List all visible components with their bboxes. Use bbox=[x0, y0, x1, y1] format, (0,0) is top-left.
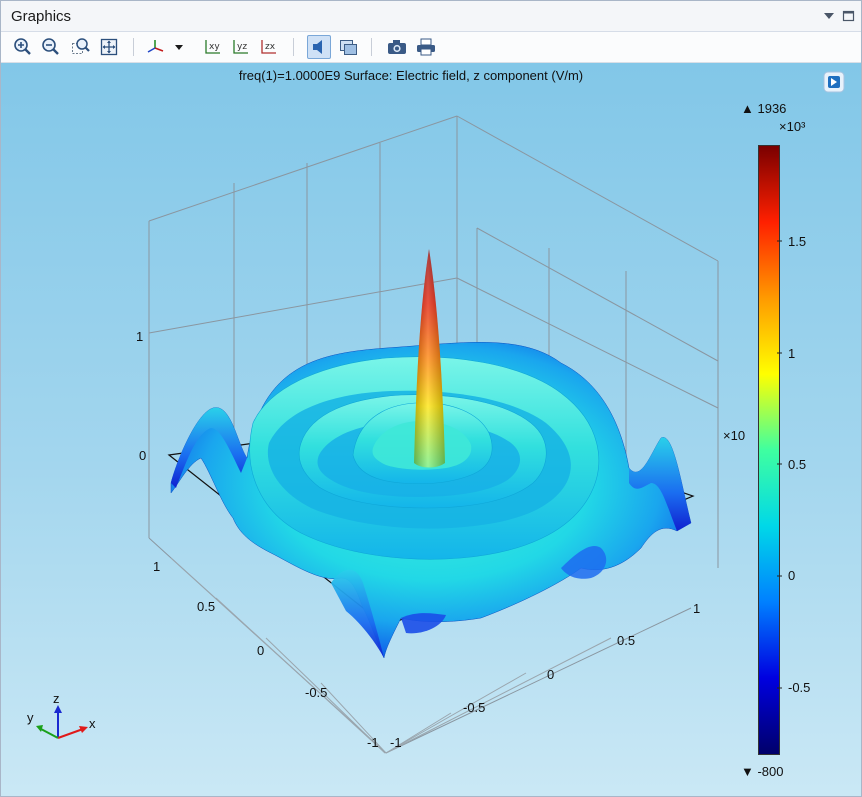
toolbar-separator bbox=[293, 38, 294, 56]
x-tick-label: 0 bbox=[547, 667, 555, 682]
x-tick-label: 0.5 bbox=[617, 633, 636, 648]
print-icon[interactable] bbox=[414, 35, 438, 59]
maximize-icon[interactable] bbox=[841, 8, 857, 24]
zoom-in-icon[interactable] bbox=[11, 35, 35, 59]
triad-y-label: y bbox=[27, 710, 34, 725]
view-axes-icon[interactable] bbox=[145, 35, 169, 59]
toolbar-separator bbox=[371, 38, 372, 56]
svg-text:xy: xy bbox=[209, 42, 220, 52]
view-yz-label[interactable]: yz bbox=[229, 35, 253, 59]
graphics-canvas[interactable]: freq(1)=1.0000E9 Surface: Electric field… bbox=[1, 63, 861, 796]
axis-orientation-triad bbox=[36, 705, 88, 739]
view-dropdown-icon[interactable] bbox=[171, 35, 187, 59]
view-zx-label[interactable]: zx bbox=[257, 35, 281, 59]
colorbar-multiplier: ×10³ bbox=[779, 119, 806, 134]
y-tick-label: -0.5 bbox=[305, 685, 328, 700]
image-snapshot-icon[interactable] bbox=[385, 35, 409, 59]
graphics-toolbar: xy yz zx bbox=[1, 32, 861, 63]
x-tick-label: -1 bbox=[390, 735, 402, 750]
zoom-extents-icon[interactable] bbox=[97, 35, 121, 59]
colorbar-tick-label: 1 bbox=[788, 346, 796, 361]
x-tick-label: 1 bbox=[693, 601, 701, 616]
transparency-icon[interactable] bbox=[336, 35, 360, 59]
colorbar-tick-label: -0.5 bbox=[788, 680, 811, 695]
colorbar-tick-label: 0 bbox=[788, 568, 796, 583]
y-tick-label: 0.5 bbox=[197, 599, 216, 614]
comsol-logo-icon[interactable] bbox=[821, 69, 847, 95]
scene-light-icon[interactable] bbox=[307, 35, 331, 59]
colorbar-tick-label: 0.5 bbox=[788, 457, 807, 472]
title-bar: Graphics bbox=[1, 1, 861, 32]
colorbar-min-label: ▼ -800 bbox=[741, 764, 784, 779]
window-menu-dropdown-icon[interactable] bbox=[821, 8, 837, 24]
z-tick-label: 0 bbox=[139, 448, 147, 463]
window-title: Graphics bbox=[11, 8, 72, 25]
x-tick-label: -0.5 bbox=[463, 700, 486, 715]
svg-text:yz: yz bbox=[237, 42, 247, 52]
zoom-box-icon[interactable] bbox=[69, 35, 93, 59]
axis-multiplier-label: ×10 bbox=[723, 428, 746, 443]
y-tick-label: 1 bbox=[153, 559, 161, 574]
toolbar-separator bbox=[133, 38, 134, 56]
graphics-window: Graphics xy yz zx freq(1)=1.0000E9 Surfa… bbox=[0, 0, 862, 797]
y-tick-label: 0 bbox=[257, 643, 265, 658]
colorbar-tick-label: 1.5 bbox=[788, 234, 807, 249]
view-xy-label[interactable]: xy bbox=[201, 35, 225, 59]
zoom-out-icon[interactable] bbox=[39, 35, 63, 59]
colorbar-max-label: ▲ 1936 bbox=[741, 101, 787, 116]
z-tick-label: 1 bbox=[136, 329, 144, 344]
y-tick-label: -1 bbox=[367, 735, 379, 750]
triad-z-label: z bbox=[53, 691, 60, 706]
triad-x-label: x bbox=[89, 716, 96, 731]
svg-text:zx: zx bbox=[265, 42, 276, 52]
